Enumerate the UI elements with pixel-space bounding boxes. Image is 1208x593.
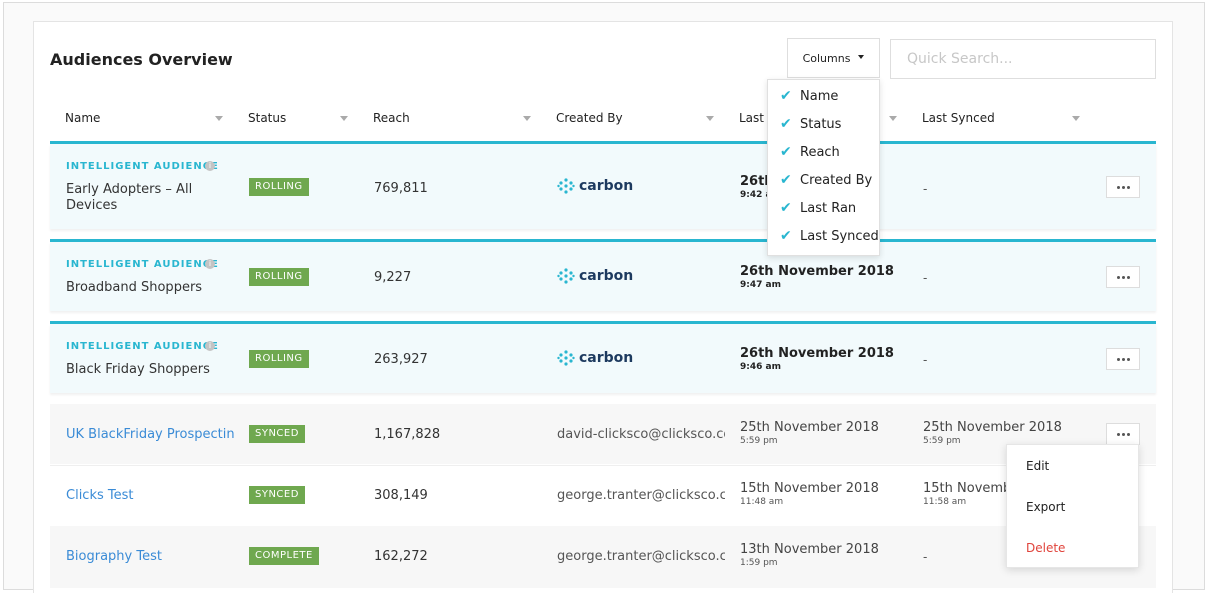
audience-name[interactable]: Early Adopters – All Devices [66,182,192,214]
info-icon[interactable]: i [205,341,215,351]
status-badge: ROLLING [249,178,309,196]
column-toggle-reach[interactable]: ✔ Reach [780,144,840,160]
reach-value: 1,167,828 [374,427,441,442]
columns-dropdown: ✔ Name ✔ Status ✔ Reach ✔ Created By ✔ Last R… [767,79,880,256]
carbon-label: carbon [579,350,634,366]
audience-name[interactable]: Black Friday Shoppers [66,362,210,378]
row-actions-button[interactable] [1106,176,1140,198]
header-status[interactable]: Status [248,111,286,125]
last-ran-date: 26th November 2018 [740,264,894,279]
row-actions-menu: Edit Export Delete [1006,444,1139,568]
row-actions-button[interactable] [1106,423,1140,445]
last-synced-date: 25th November 2018 [923,420,1062,435]
status-badge: ROLLING [249,350,309,368]
last-synced-time: 5:59 pm [923,436,961,446]
audience-type-tag: INTELLIGENT AUDIENCE [66,259,219,270]
check-icon: ✔ [780,200,792,216]
last-ran-date: 25th November 2018 [740,420,879,435]
column-toggle-label: Created By [800,172,873,188]
created-by-carbon: carbon [557,349,633,367]
column-toggle-last-ran[interactable]: ✔ Last Ran [780,200,856,216]
reach-value: 308,149 [374,488,428,503]
created-by-carbon: carbon [557,267,633,285]
created-by-carbon: carbon [557,177,633,195]
audience-name-link[interactable]: UK BlackFriday Prospecting [66,427,234,442]
last-synced-value: - [923,549,928,564]
status-badge: COMPLETE [249,547,319,565]
delete-menu-item[interactable]: Delete [1026,541,1065,555]
last-synced-value: - [923,270,928,285]
sort-name-icon[interactable] [215,116,223,121]
created-by-email: david-clicksco@clicksco.com [557,427,725,442]
page-title: Audiences Overview [50,50,233,69]
audience-name-link[interactable]: Biography Test [66,549,234,564]
columns-button[interactable]: Columns [787,38,880,78]
quick-search-input[interactable] [890,39,1156,79]
header-name[interactable]: Name [65,111,100,125]
last-ran-time: 5:59 pm [740,436,778,446]
reach-value: 263,927 [374,352,428,367]
check-icon: ✔ [780,116,792,132]
column-toggle-label: Reach [800,144,840,160]
carbon-label: carbon [579,268,634,284]
last-synced-time: 11:58 am [923,497,967,507]
row-actions-button[interactable] [1106,348,1140,370]
audience-name-line: Devices [66,198,118,213]
check-icon: ✔ [780,88,792,104]
caret-down-icon [858,55,865,59]
last-ran-date: 13th November 2018 [740,542,879,557]
created-by-email: george.tranter@clicksco.com [557,488,725,503]
audience-name-line: Early Adopters – All [66,182,193,197]
carbon-logo-icon [557,268,575,284]
column-toggle-created-by[interactable]: ✔ Created By [780,172,872,188]
check-icon: ✔ [780,228,792,244]
export-menu-item[interactable]: Export [1026,500,1065,514]
reach-value: 9,227 [374,270,412,285]
last-ran-date: 15th November 2018 [740,481,879,496]
column-toggle-label: Last Synced [800,228,879,244]
columns-button-label: Columns [802,51,851,65]
sort-last-ran-icon[interactable] [889,116,897,121]
last-ran-time: 11:48 am [740,497,784,507]
column-toggle-status[interactable]: ✔ Status [780,116,841,132]
column-toggle-name[interactable]: ✔ Name [780,88,838,104]
sort-status-icon[interactable] [340,116,348,121]
column-toggle-label: Last Ran [800,200,857,216]
audience-name-link[interactable]: Clicks Test [66,488,234,503]
audience-name[interactable]: Broadband Shoppers [66,280,202,296]
last-ran-time: 9:47 am [740,280,781,290]
last-synced-date: 15th Novembe [923,481,1020,496]
info-icon[interactable]: i [205,259,215,269]
header-created-by[interactable]: Created By [556,111,623,125]
sort-reach-icon[interactable] [523,116,531,121]
check-icon: ✔ [780,144,792,160]
column-toggle-label: Name [800,88,839,104]
last-ran-date: 26th November 2018 [740,346,894,361]
info-icon[interactable]: i [205,161,215,171]
last-ran-time: 9:46 am [740,362,781,372]
edit-menu-item[interactable]: Edit [1026,459,1049,473]
header-reach[interactable]: Reach [373,111,410,125]
reach-value: 162,272 [374,549,428,564]
reach-value: 769,811 [374,181,428,196]
audience-type-tag: INTELLIGENT AUDIENCE [66,161,219,172]
carbon-label: carbon [579,178,634,194]
carbon-logo-icon [557,178,575,194]
check-icon: ✔ [780,172,792,188]
carbon-logo-icon [557,350,575,366]
row-actions-button[interactable] [1106,266,1140,288]
status-badge: SYNCED [249,486,305,504]
audience-type-tag: INTELLIGENT AUDIENCE [66,341,219,352]
header-last-synced[interactable]: Last Synced [922,111,995,125]
created-by-email: george.tranter@clicksco.com [557,549,725,564]
last-synced-value: - [923,181,928,196]
status-badge: ROLLING [249,268,309,286]
last-ran-time: 1:59 pm [740,558,778,568]
status-badge: SYNCED [249,425,305,443]
column-toggle-label: Status [800,116,842,132]
sort-last-synced-icon[interactable] [1072,116,1080,121]
column-toggle-last-synced[interactable]: ✔ Last Synced [780,228,879,244]
last-synced-value: - [923,352,928,367]
sort-created-by-icon[interactable] [706,116,714,121]
